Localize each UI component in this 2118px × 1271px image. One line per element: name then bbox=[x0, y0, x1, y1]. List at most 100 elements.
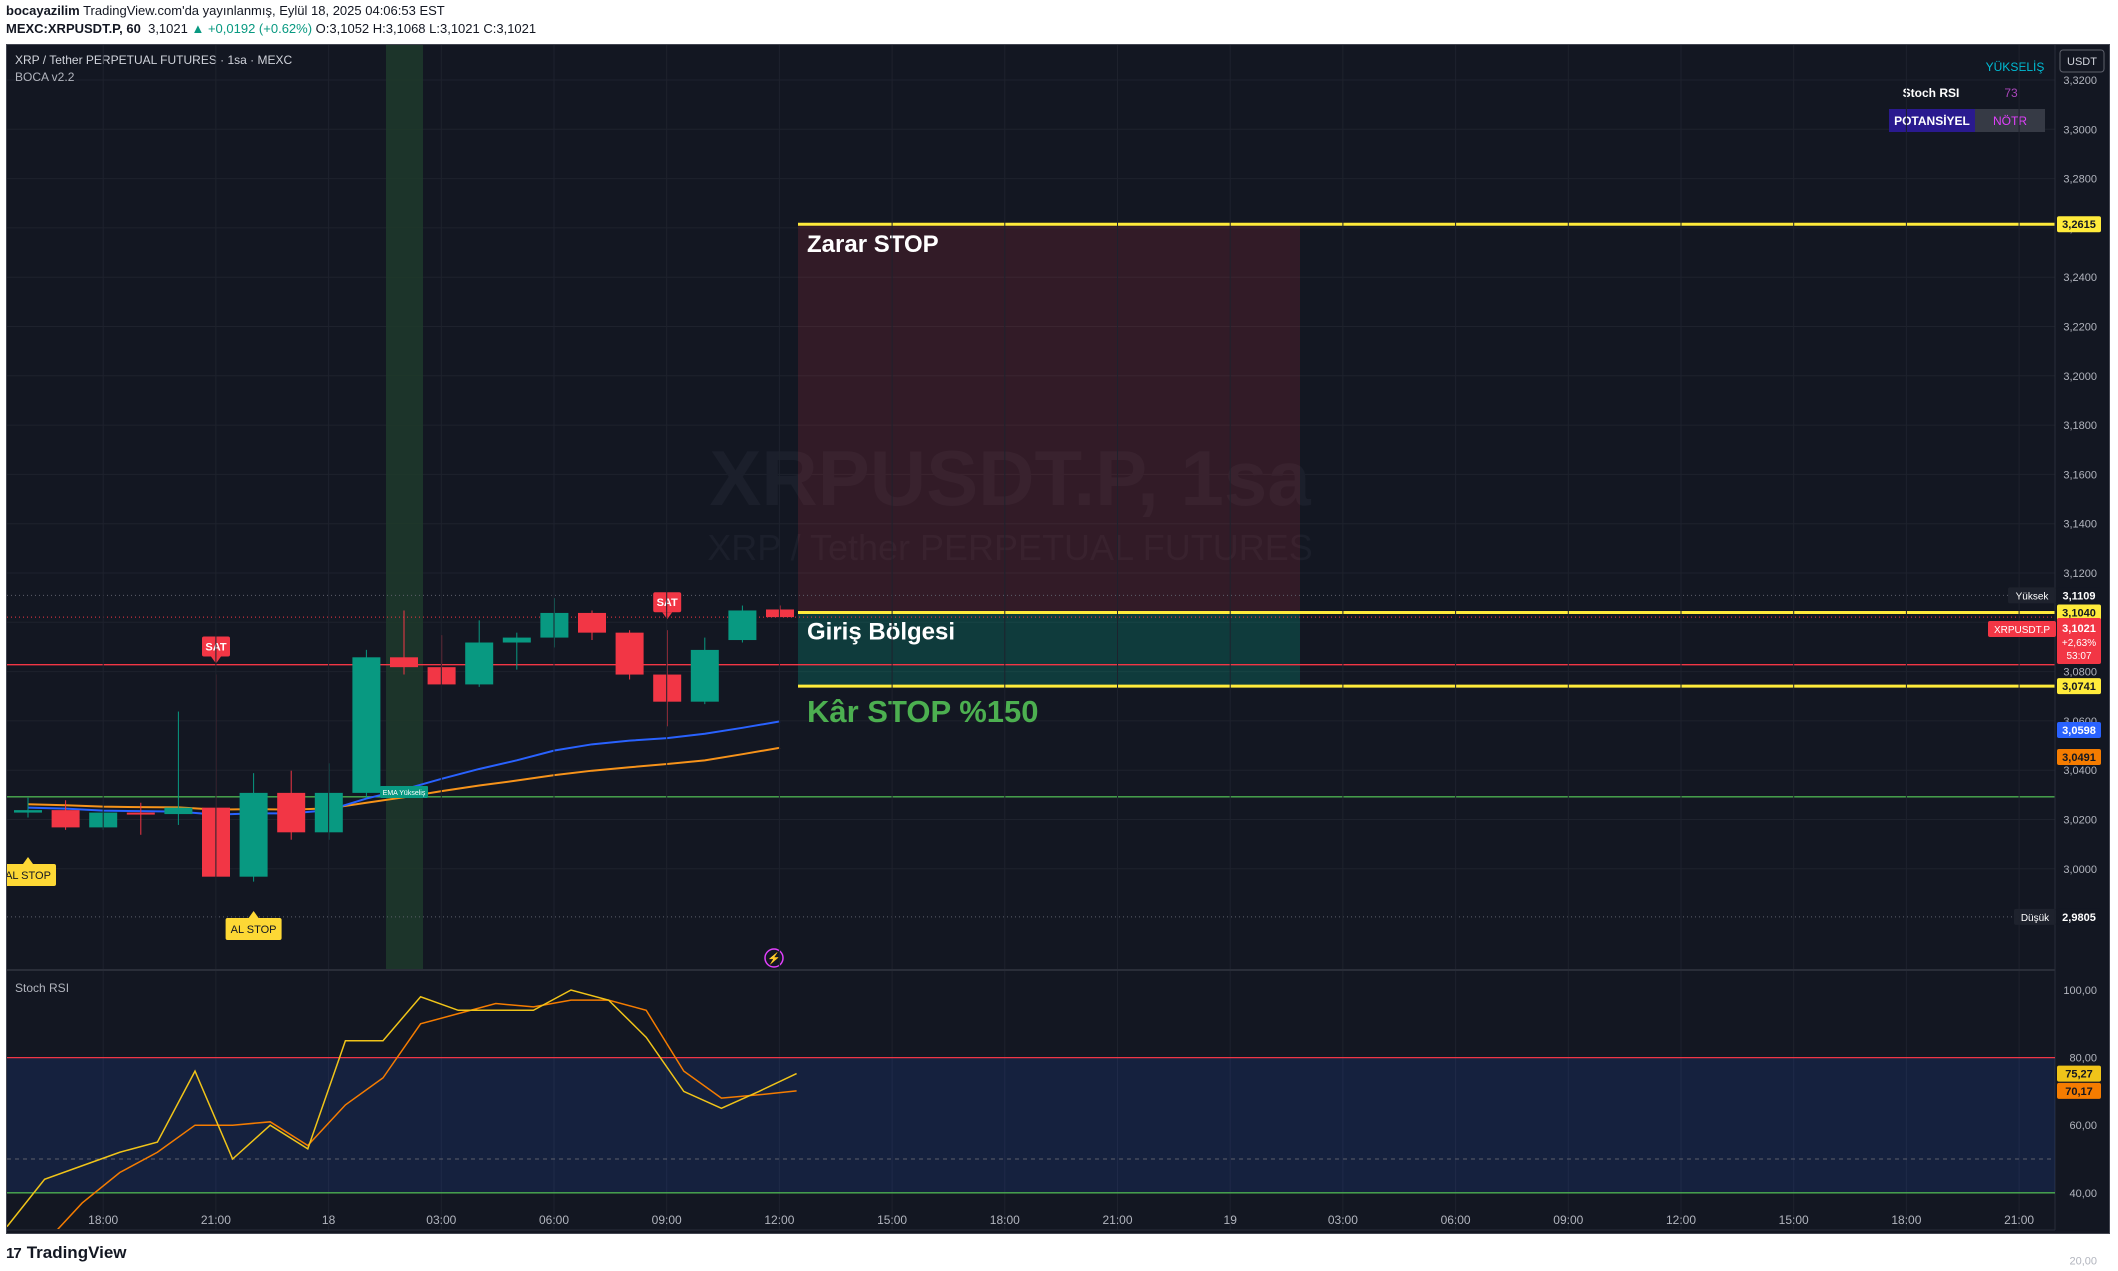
candle bbox=[690, 637, 719, 705]
candle-body bbox=[690, 649, 719, 702]
price-axis-label: 3,1200 bbox=[2063, 568, 2097, 580]
countdown-tag: 53:07 bbox=[2066, 651, 2091, 662]
price-axis-label: 3,1600 bbox=[2063, 469, 2097, 481]
time-axis-label: 19 bbox=[1224, 1213, 1238, 1227]
stoch-axis-label: 80,00 bbox=[2069, 1053, 2097, 1065]
candle-body bbox=[465, 642, 494, 685]
potential-label: POTANSİYEL bbox=[1894, 113, 1970, 128]
time-axis-label: 12:00 bbox=[1666, 1213, 1696, 1227]
time-axis-label: 21:00 bbox=[1102, 1213, 1132, 1227]
ema-fast-price-tag: 3,0598 bbox=[2062, 725, 2096, 737]
price-axis-label: 3,3000 bbox=[2063, 124, 2097, 136]
time-axis-label: 18 bbox=[322, 1213, 336, 1227]
candle-body bbox=[390, 657, 418, 668]
al-stop-text: AL STOP bbox=[5, 870, 51, 882]
price-axis-label: 3,0000 bbox=[2063, 864, 2097, 876]
price-axis-label: 3,2400 bbox=[2063, 272, 2097, 284]
time-axis-label: 09:00 bbox=[652, 1213, 682, 1227]
price-chart[interactable]: XRPUSDT.P, 1saXRP / Tether PERPETUAL FUT… bbox=[0, 0, 2118, 1271]
candle bbox=[615, 630, 644, 680]
currency-label: USDT bbox=[2067, 56, 2097, 68]
stoch-axis-label: 100,00 bbox=[2063, 985, 2097, 997]
time-axis-label: 21:00 bbox=[2004, 1213, 2034, 1227]
table-stoch-label: Stoch RSI bbox=[1903, 86, 1960, 100]
price-axis-label: 3,2800 bbox=[2063, 174, 2097, 186]
candle-body bbox=[164, 807, 193, 815]
take-profit-label: Kâr STOP %150 bbox=[807, 694, 1039, 729]
low-label: Düşük bbox=[2021, 913, 2050, 924]
time-axis-label: 12:00 bbox=[764, 1213, 794, 1227]
low-price-tag: 2,9805 bbox=[2062, 912, 2096, 924]
signal-highlight-column bbox=[386, 45, 423, 970]
candle bbox=[766, 605, 794, 618]
symbol-tag: XRPUSDT.P bbox=[1994, 625, 2050, 636]
entry-zone-label: Giriş Bölgesi bbox=[807, 618, 955, 645]
indicator-name: BOCA v2.2 bbox=[15, 70, 75, 84]
candle bbox=[728, 605, 757, 643]
stoch-k-tag: 75,27 bbox=[2065, 1069, 2093, 1081]
tv-logo-icon: 17 bbox=[6, 1244, 22, 1262]
table-stoch-value: 73 bbox=[2004, 86, 2018, 100]
ema-signal-text: EMA Yükseliş bbox=[383, 790, 426, 797]
high-price-tag: 3,1109 bbox=[2062, 590, 2095, 602]
price-axis-label: 3,3200 bbox=[2063, 75, 2097, 87]
candle-body bbox=[766, 609, 794, 618]
stoch-band bbox=[7, 1057, 2055, 1193]
main-pane: XRPUSDT.P, 1saXRP / Tether PERPETUAL FUT… bbox=[5, 45, 2055, 970]
stoch-pane: Stoch RSI bbox=[7, 981, 2055, 1229]
candle bbox=[578, 610, 606, 641]
candle-body bbox=[51, 810, 80, 828]
price-axis-label: 3,1400 bbox=[2063, 519, 2097, 531]
time-axis-label: 03:00 bbox=[426, 1213, 456, 1227]
change-pct-tag: +2,63% bbox=[2062, 638, 2096, 649]
price-axis-label: 3,0200 bbox=[2063, 815, 2097, 827]
last-price-tag: 3,1021 bbox=[2062, 623, 2096, 635]
sell-signal-text: SAT bbox=[657, 597, 678, 609]
candle-body bbox=[352, 657, 381, 793]
time-axis-label: 15:00 bbox=[1779, 1213, 1809, 1227]
trend-status: YÜKSELİŞ bbox=[1986, 60, 2045, 74]
time-axis-label: 15:00 bbox=[877, 1213, 907, 1227]
entry-price-tag: 3,1040 bbox=[2062, 607, 2096, 619]
candle bbox=[277, 770, 306, 840]
stoch-axis-label: 40,00 bbox=[2069, 1188, 2097, 1200]
time-axis-label: 09:00 bbox=[1553, 1213, 1583, 1227]
pane-title: XRP / Tether PERPETUAL FUTURES · 1sa · M… bbox=[15, 53, 293, 67]
time-axis-label: 06:00 bbox=[539, 1213, 569, 1227]
stoch-axis-label: 60,00 bbox=[2069, 1120, 2097, 1132]
candle bbox=[239, 773, 268, 882]
candle-body bbox=[502, 637, 531, 643]
lightning-glyph: ⚡ bbox=[767, 952, 781, 965]
candle-body bbox=[728, 610, 757, 641]
candle-body bbox=[277, 792, 306, 833]
neutral-label: NÖTR bbox=[1993, 114, 2027, 128]
tradingview-logo[interactable]: 17 TradingView bbox=[6, 1243, 127, 1263]
stop-loss-label: Zarar STOP bbox=[807, 231, 939, 258]
time-axis-label: 06:00 bbox=[1441, 1213, 1471, 1227]
al-stop-pointer bbox=[248, 911, 259, 918]
stoch-title: Stoch RSI bbox=[15, 981, 69, 995]
high-label: Yüksek bbox=[2016, 591, 2050, 602]
ema-slow-price-tag: 3,0491 bbox=[2062, 752, 2096, 764]
candle bbox=[465, 620, 494, 687]
take-profit-price-tag: 3,0741 bbox=[2062, 681, 2096, 693]
stoch-axis-label: 20,00 bbox=[2069, 1255, 2097, 1267]
price-axis-label: 3,1800 bbox=[2063, 420, 2097, 432]
stoch-d-tag: 70,17 bbox=[2065, 1086, 2093, 1098]
candle-body bbox=[578, 612, 606, 633]
price-axis-label: 3,2200 bbox=[2063, 322, 2097, 334]
al-stop-pointer bbox=[23, 857, 33, 864]
stop-loss-zone bbox=[798, 224, 1300, 613]
candle-body bbox=[126, 812, 155, 815]
candle-body bbox=[14, 810, 42, 813]
candle bbox=[352, 649, 381, 798]
price-axis-label: 3,0400 bbox=[2063, 765, 2097, 777]
time-axis-label: 18:00 bbox=[1891, 1213, 1921, 1227]
stop-loss-price-tag: 3,2615 bbox=[2062, 219, 2096, 231]
time-axis-label: 18:00 bbox=[990, 1213, 1020, 1227]
time-axis-label: 18:00 bbox=[88, 1213, 118, 1227]
candle-body bbox=[239, 792, 268, 877]
time-axis-label: 03:00 bbox=[1328, 1213, 1358, 1227]
candle-body bbox=[615, 632, 644, 675]
price-axis-label: 3,2000 bbox=[2063, 371, 2097, 383]
